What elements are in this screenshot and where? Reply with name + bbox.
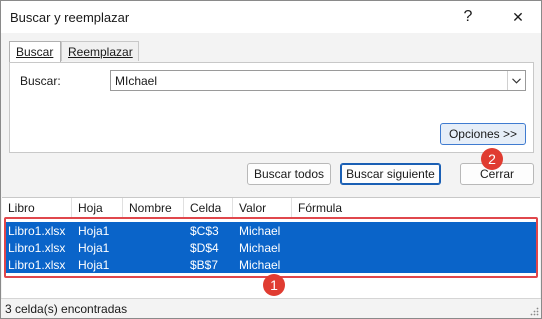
column-header-valor[interactable]: Valor (233, 198, 292, 219)
column-header-hoja[interactable]: Hoja (72, 198, 123, 219)
column-header-libro[interactable]: Libro (2, 198, 72, 219)
find-replace-dialog: Buscar y reemplazar ? ✕ Reemplazar Busca… (0, 0, 542, 319)
help-button[interactable]: ? (455, 5, 481, 29)
find-all-button[interactable]: Buscar todos (247, 163, 331, 185)
options-button[interactable]: Opciones >> (440, 123, 526, 145)
status-bar: 3 celda(s) encontradas (1, 298, 541, 318)
title-bar: Buscar y reemplazar ? ✕ (1, 1, 541, 33)
find-tab-panel: Buscar: Opciones >> (9, 62, 534, 153)
column-header-formula[interactable]: Fórmula (292, 198, 372, 219)
column-header-celda[interactable]: Celda (184, 198, 233, 219)
tab-reemplazar[interactable]: Reemplazar (61, 41, 139, 61)
column-header-nombre[interactable]: Nombre (123, 198, 184, 219)
callout-badge-1: 1 (263, 274, 285, 296)
tab-label: Buscar (16, 45, 54, 59)
callout-badge-2: 2 (481, 148, 503, 170)
close-window-button[interactable]: ✕ (505, 5, 531, 29)
resize-grip-icon[interactable] (530, 307, 539, 316)
results-highlight-callout (4, 217, 538, 278)
search-input[interactable] (115, 74, 505, 88)
search-dropdown-button[interactable] (507, 71, 525, 90)
tab-buscar[interactable]: Buscar (9, 41, 61, 63)
find-next-button[interactable]: Buscar siguiente (340, 163, 441, 185)
chevron-down-icon (512, 77, 521, 84)
search-label: Buscar: (20, 74, 61, 88)
search-combobox[interactable] (110, 70, 526, 91)
dialog-title: Buscar y reemplazar (10, 10, 130, 25)
tab-label: Reemplazar (68, 45, 133, 59)
status-text: 3 celda(s) encontradas (5, 302, 128, 316)
